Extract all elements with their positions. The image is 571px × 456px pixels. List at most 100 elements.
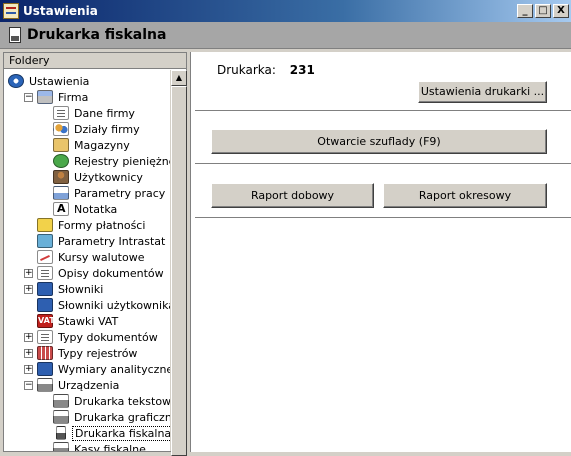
tree-item[interactable]: Kasy fiskalne <box>4 441 170 451</box>
vat-icon: VAT <box>37 314 55 328</box>
description-icon <box>37 266 53 280</box>
printer-settings-button[interactable]: Ustawienia drukarki ... <box>418 81 547 103</box>
tree-item-label: Opisy dokumentów <box>58 266 164 280</box>
tree-item[interactable]: Działy firmy <box>4 121 170 137</box>
tree-item-label: Słowniki użytkownika <box>58 298 170 312</box>
open-drawer-button[interactable]: Otwarcie szuflady (F9) <box>211 129 547 154</box>
tree-item[interactable]: Drukarka fiskalna <box>4 425 170 441</box>
tree-item-label: Drukarka graficzna <box>74 410 170 424</box>
document-icon <box>53 106 69 120</box>
tree-item[interactable]: Formy płatności <box>4 217 170 233</box>
tree-item-label: Urządzenia <box>58 378 120 392</box>
dictionary-icon <box>37 282 53 296</box>
printer-value: 231 <box>289 63 315 77</box>
tree-item[interactable]: Kursy walutowe <box>4 249 170 265</box>
close-button[interactable]: X <box>553 4 569 18</box>
tree-item-label: Dane firmy <box>74 106 135 120</box>
document-types-icon <box>37 330 53 344</box>
tree-item[interactable]: Drukarka graficzna <box>4 409 170 425</box>
tree-item[interactable]: Notatka <box>4 201 170 217</box>
tree-item-label: Stawki VAT <box>58 314 119 328</box>
tree-item[interactable]: Drukarka tekstowa <box>4 393 170 409</box>
tree-item[interactable]: Parametry pracy <box>4 185 170 201</box>
tree-item-label: Kasy fiskalne <box>74 442 146 452</box>
chart-icon <box>37 250 53 264</box>
network-icon <box>37 234 53 248</box>
printer-label: Drukarka: <box>217 63 276 77</box>
tree-item-label: Parametry Intrastat <box>58 234 166 248</box>
window-title: Ustawienia <box>23 4 98 18</box>
daily-report-button[interactable]: Raport dobowy <box>211 183 374 208</box>
expand-button[interactable]: + <box>24 284 33 294</box>
tree-item[interactable]: + Typy dokumentów <box>4 329 170 345</box>
tree-scrollbar[interactable]: ▲ <box>170 70 187 456</box>
settings-sheet-icon <box>53 186 69 200</box>
cash-register-icon <box>53 442 69 451</box>
gear-icon <box>8 74 24 88</box>
register-grid-icon <box>37 346 53 360</box>
tree-item-label: Rejestry pieniężne <box>74 154 170 168</box>
settings-content: Drukarka: 231 Ustawienia drukarki ... Ot… <box>190 52 571 452</box>
folder-tree: Ustawienia − Firma Dane firmy Działy firmy Ma… <box>4 70 170 451</box>
fiscal-printer-icon <box>56 426 66 440</box>
page-header: Drukarka fiskalna <box>0 22 571 49</box>
tree-item[interactable]: Ustawienia <box>4 73 170 89</box>
tree-item[interactable]: Rejestry pieniężne <box>4 153 170 169</box>
tree-item-label: Ustawienia <box>29 74 90 88</box>
tree-item-label: Słowniki <box>58 282 104 296</box>
tree-item[interactable]: + Słowniki <box>4 281 170 297</box>
people-icon <box>53 122 69 136</box>
collapse-button[interactable]: − <box>24 380 33 390</box>
devices-printer-icon <box>37 378 53 392</box>
user-dictionary-icon <box>37 298 53 312</box>
folders-header: Foldery <box>4 53 186 69</box>
tree-item-label: Typy dokumentów <box>58 330 158 344</box>
printer-row: Drukarka: 231 <box>217 63 315 77</box>
tree-item[interactable]: + Typy rejestrów <box>4 345 170 361</box>
divider <box>195 163 571 165</box>
users-icon <box>53 170 69 184</box>
collapse-button[interactable]: − <box>24 92 33 102</box>
tree-item-label: Notatka <box>74 202 118 216</box>
minimize-button[interactable]: _ <box>517 4 533 18</box>
tree-item[interactable]: + Opisy dokumentów <box>4 265 170 281</box>
tree-item-label: Firma <box>58 90 89 104</box>
printer-icon <box>53 410 69 424</box>
tree-item[interactable]: − Firma <box>4 89 170 105</box>
dimensions-icon <box>37 362 53 376</box>
tree-item[interactable]: Magazyny <box>4 137 170 153</box>
scroll-up-button[interactable]: ▲ <box>171 70 187 86</box>
tree-item-label: Wymiary analityczne <box>58 362 170 376</box>
tree-item-label: Drukarka fiskalna <box>72 425 170 441</box>
tree-item[interactable]: VAT Stawki VAT <box>4 313 170 329</box>
tree-item-label: Parametry pracy <box>74 186 166 200</box>
warehouse-icon <box>53 138 69 152</box>
tree-item[interactable]: + Wymiary analityczne <box>4 361 170 377</box>
printer-icon <box>53 394 69 408</box>
tree-item-label: Drukarka tekstowa <box>74 394 170 408</box>
fiscal-printer-icon <box>9 27 21 43</box>
periodic-report-button[interactable]: Raport okresowy <box>383 183 547 208</box>
scroll-thumb[interactable] <box>171 86 187 456</box>
expand-button[interactable]: + <box>24 268 33 278</box>
expand-button[interactable]: + <box>24 348 33 358</box>
tree-item-label: Formy płatności <box>58 218 146 232</box>
tree-item[interactable]: − Urządzenia <box>4 377 170 393</box>
expand-button[interactable]: + <box>24 332 33 342</box>
tree-item-label: Typy rejestrów <box>58 346 138 360</box>
tree-item-label: Użytkownicy <box>74 170 143 184</box>
tree-item[interactable]: Dane firmy <box>4 105 170 121</box>
maximize-button[interactable]: □ <box>535 4 551 18</box>
tree-item-label: Magazyny <box>74 138 130 152</box>
tree-item[interactable]: Słowniki użytkownika <box>4 297 170 313</box>
app-icon <box>3 3 19 19</box>
tree-item[interactable]: Użytkownicy <box>4 169 170 185</box>
payment-icon <box>37 218 53 232</box>
title-bar: Ustawienia _ □ X <box>0 0 571 22</box>
tree-item[interactable]: Parametry Intrastat <box>4 233 170 249</box>
tree-item-label: Kursy walutowe <box>58 250 145 264</box>
page-title: Drukarka fiskalna <box>27 27 167 43</box>
building-icon <box>37 90 53 104</box>
expand-button[interactable]: + <box>24 364 33 374</box>
divider <box>195 217 571 219</box>
